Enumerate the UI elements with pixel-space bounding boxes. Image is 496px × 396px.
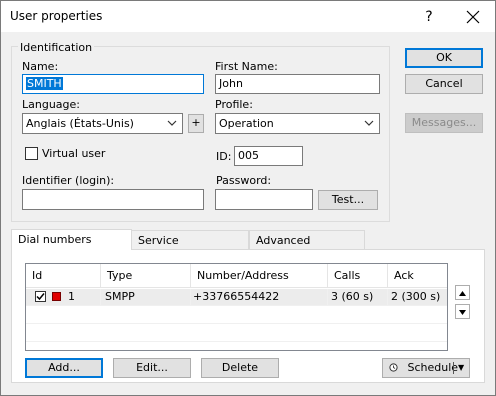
identifier-label: Identifier (login): xyxy=(22,174,115,187)
close-button[interactable] xyxy=(459,5,487,29)
row-checkbox[interactable] xyxy=(35,291,46,302)
dialog-body: Identification Name: SMITH First Name: J… xyxy=(1,32,495,395)
chevron-down-icon xyxy=(167,120,177,126)
test-button[interactable]: Test... xyxy=(318,190,378,210)
column-header-number[interactable]: Number/Address xyxy=(191,264,328,288)
language-select[interactable]: Anglais (États-Unis) xyxy=(22,113,183,134)
virtual-user-checkbox[interactable] xyxy=(25,147,38,160)
delete-button[interactable]: Delete xyxy=(201,358,279,378)
schedule-button[interactable]: Schedule ▼ xyxy=(382,358,470,378)
row-id-cell: 1 xyxy=(26,289,101,306)
close-icon xyxy=(466,10,480,24)
language-label: Language: xyxy=(22,98,80,111)
table-row-empty xyxy=(26,325,447,342)
tab-dial-numbers[interactable]: Dial numbers xyxy=(11,229,132,250)
name-value: SMITH xyxy=(26,77,63,90)
table-row[interactable]: 1 SMPP +33766554422 3 (60 s) 2 (300 s) xyxy=(26,289,447,306)
row-type: SMPP xyxy=(101,289,191,306)
name-label: Name: xyxy=(22,60,59,73)
move-up-button[interactable] xyxy=(455,285,470,300)
profile-value: Operation xyxy=(219,117,274,130)
row-calls: 3 (60 s) xyxy=(328,289,388,306)
language-value: Anglais (États-Unis) xyxy=(26,117,134,130)
ok-button[interactable]: OK xyxy=(405,48,483,68)
first-name-field[interactable]: John xyxy=(215,74,380,94)
id-label: ID: xyxy=(216,150,232,163)
tab-service[interactable]: Service xyxy=(131,230,249,249)
user-properties-dialog: User properties ? Identification Name: S… xyxy=(0,0,496,396)
help-button[interactable]: ? xyxy=(415,5,443,29)
identification-caption: Identification xyxy=(18,41,95,54)
checkmark-icon xyxy=(36,293,45,301)
profile-label: Profile: xyxy=(215,98,253,111)
chevron-down-icon xyxy=(364,120,374,126)
password-field[interactable] xyxy=(215,189,313,210)
virtual-user-label[interactable]: Virtual user xyxy=(42,147,105,160)
title-bar[interactable]: User properties ? xyxy=(1,1,495,32)
table-row-empty xyxy=(26,307,447,324)
column-header-ack[interactable]: Ack xyxy=(388,264,447,288)
column-header-type[interactable]: Type xyxy=(101,264,191,288)
first-name-label: First Name: xyxy=(215,60,278,73)
schedule-label: Schedule xyxy=(407,361,459,374)
column-header-calls[interactable]: Calls xyxy=(328,264,388,288)
schedule-dropdown-divider xyxy=(453,362,454,374)
column-header-id[interactable]: Id xyxy=(26,264,101,288)
name-field[interactable]: SMITH xyxy=(22,74,204,94)
row-color-swatch xyxy=(51,292,61,301)
move-down-button[interactable] xyxy=(455,304,470,319)
profile-select[interactable]: Operation xyxy=(215,113,380,134)
row-id: 1 xyxy=(68,290,75,303)
dial-numbers-list[interactable]: Id Type Number/Address Calls Ack 1 SMPP … xyxy=(25,263,448,351)
cancel-button[interactable]: Cancel xyxy=(405,74,483,94)
row-number: +33766554422 xyxy=(191,289,328,306)
clock-icon xyxy=(389,363,398,372)
arrow-up-icon xyxy=(459,291,466,296)
add-button[interactable]: Add... xyxy=(25,358,103,378)
id-field[interactable]: 005 xyxy=(234,146,303,166)
list-header: Id Type Number/Address Calls Ack xyxy=(26,264,447,288)
chevron-down-icon[interactable]: ▼ xyxy=(458,359,464,377)
arrow-down-icon xyxy=(459,310,466,315)
identifier-field[interactable] xyxy=(22,189,204,210)
window-title: User properties xyxy=(10,9,103,23)
messages-button[interactable]: Messages... xyxy=(405,113,483,133)
row-ack: 2 (300 s) xyxy=(391,290,441,303)
language-add-button[interactable]: + xyxy=(188,114,204,133)
tab-advanced[interactable]: Advanced xyxy=(249,230,365,249)
password-label: Password: xyxy=(216,174,272,187)
edit-button[interactable]: Edit... xyxy=(113,358,191,378)
